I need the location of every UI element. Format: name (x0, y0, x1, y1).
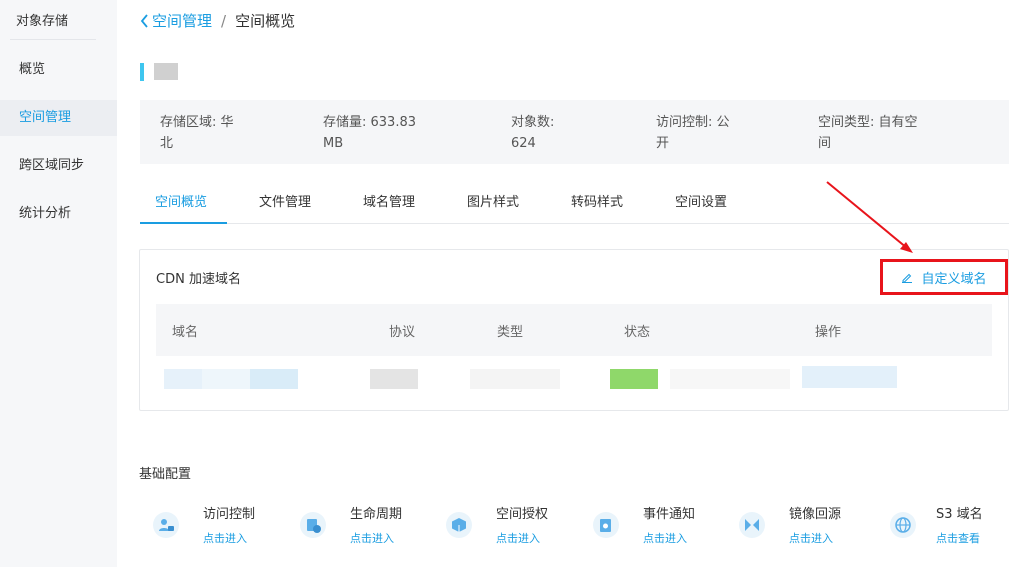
config-item-name: 事件通知 (643, 507, 696, 522)
mirror-icon (739, 512, 765, 538)
custom-domain-button[interactable]: 自定义域名 (880, 259, 1008, 295)
config-item-access-control[interactable]: 访问控制 点击进入 (143, 500, 283, 550)
config-item-name: 访问控制 (203, 507, 256, 522)
redacted-domain-a (164, 369, 202, 389)
info-bucket-type: 空间类型: 自有空 间 (818, 112, 918, 154)
redacted-domain-c[interactable] (250, 369, 298, 389)
column-header-domain: 域名 (172, 325, 199, 340)
sidebar-divider (10, 39, 96, 40)
basic-config-title: 基础配置 (139, 467, 192, 482)
tab-transcode-styles[interactable]: 转码样式 (571, 186, 623, 224)
config-item-link[interactable]: 点击进入 (789, 530, 833, 546)
breadcrumb-back-label: 空间管理 (152, 12, 213, 30)
breadcrumb-back-link[interactable]: 空间管理 (140, 10, 212, 31)
info-storage-size-line2: MB (323, 136, 344, 151)
event-notify-icon (593, 512, 619, 538)
redacted-type (470, 369, 560, 389)
cdn-card-title: CDN 加速域名 (156, 272, 241, 287)
config-item-lifecycle[interactable]: 生命周期 点击进入 (290, 500, 430, 550)
globe-icon (890, 512, 916, 538)
info-bucket-type-line1: 空间类型: 自有空 (818, 115, 918, 130)
config-item-name: 镜像回源 (789, 507, 842, 522)
config-item-link[interactable]: 点击进入 (496, 530, 540, 546)
sidebar-item-bucket-management[interactable]: 空间管理 (0, 100, 117, 136)
tab-bucket-settings[interactable]: 空间设置 (675, 186, 727, 224)
bucket-name-redacted (154, 63, 178, 80)
config-item-s3-domain[interactable]: S3 域名 点击查看 (880, 500, 1020, 550)
redacted-status-text (670, 369, 790, 389)
info-storage-size: 存储量: 633.83 MB (323, 112, 416, 154)
custom-domain-label: 自定义域名 (921, 271, 987, 287)
config-item-link[interactable]: 点击查看 (936, 530, 980, 546)
info-storage-size-line1: 存储量: 633.83 (323, 115, 416, 130)
info-bucket-type-line2: 间 (818, 136, 832, 151)
info-object-count: 对象数: 624 (511, 112, 554, 154)
config-item-link[interactable]: 点击进入 (350, 530, 394, 546)
bucket-info-panel: 存储区域: 华 北 存储量: 633.83 MB 对象数: 624 访问控制: … (140, 100, 1009, 164)
config-item-mirror-origin[interactable]: 镜像回源 点击进入 (729, 500, 869, 550)
cdn-domain-card: CDN 加速域名 自定义域名 域名 协议 类型 状态 操作 (139, 249, 1009, 411)
sidebar-item-overview[interactable]: 概览 (0, 52, 117, 88)
tab-bar: 空间概览 文件管理 域名管理 图片样式 转码样式 空间设置 (140, 186, 1009, 224)
user-lock-icon (153, 512, 179, 538)
status-badge (610, 369, 658, 389)
tab-file-management[interactable]: 文件管理 (259, 186, 311, 224)
config-item-bucket-authorization[interactable]: 空间授权 点击进入 (436, 500, 576, 550)
tab-image-styles[interactable]: 图片样式 (467, 186, 519, 224)
title-accent-bar (140, 63, 144, 81)
config-item-link[interactable]: 点击进入 (203, 530, 247, 546)
redacted-domain-b (202, 369, 250, 389)
edit-pencil-icon (902, 273, 913, 283)
breadcrumb: 空间管理 / 空间概览 (140, 10, 295, 31)
info-access-control: 访问控制: 公 开 (656, 112, 730, 154)
box-auth-icon (446, 512, 472, 538)
column-header-type: 类型 (497, 325, 524, 340)
config-item-name: 空间授权 (496, 507, 549, 522)
info-storage-region-line1: 存储区域: 华 (160, 115, 234, 130)
config-item-event-notification[interactable]: 事件通知 点击进入 (583, 500, 723, 550)
config-item-name: 生命周期 (350, 507, 403, 522)
redacted-protocol (370, 369, 418, 389)
info-storage-region-line2: 北 (160, 136, 174, 151)
sidebar-title: 对象存储 (16, 14, 69, 29)
tab-bucket-overview[interactable]: 空间概览 (140, 186, 227, 224)
column-header-protocol: 协议 (389, 325, 416, 340)
sidebar: 对象存储 概览 空间管理 跨区域同步 统计分析 (0, 0, 117, 567)
chevron-left-icon (140, 13, 148, 28)
cdn-table-header: 域名 协议 类型 状态 操作 (156, 304, 992, 356)
redacted-actions[interactable] (802, 366, 897, 388)
breadcrumb-separator: / (221, 11, 227, 30)
info-storage-region: 存储区域: 华 北 (160, 112, 234, 154)
column-header-status: 状态 (624, 325, 651, 340)
info-access-control-line1: 访问控制: 公 (656, 115, 730, 130)
sidebar-item-cross-region-sync[interactable]: 跨区域同步 (0, 148, 117, 184)
column-header-actions: 操作 (815, 325, 842, 340)
config-item-name: S3 域名 (936, 507, 983, 522)
lifecycle-icon (300, 512, 326, 538)
info-access-control-line2: 开 (656, 136, 670, 151)
sidebar-item-statistics[interactable]: 统计分析 (0, 196, 117, 232)
config-item-link[interactable]: 点击进入 (643, 530, 687, 546)
tab-domain-management[interactable]: 域名管理 (363, 186, 415, 224)
breadcrumb-current: 空间概览 (235, 12, 296, 30)
info-object-count-line1: 对象数: (511, 115, 555, 130)
info-object-count-line2: 624 (511, 136, 536, 151)
